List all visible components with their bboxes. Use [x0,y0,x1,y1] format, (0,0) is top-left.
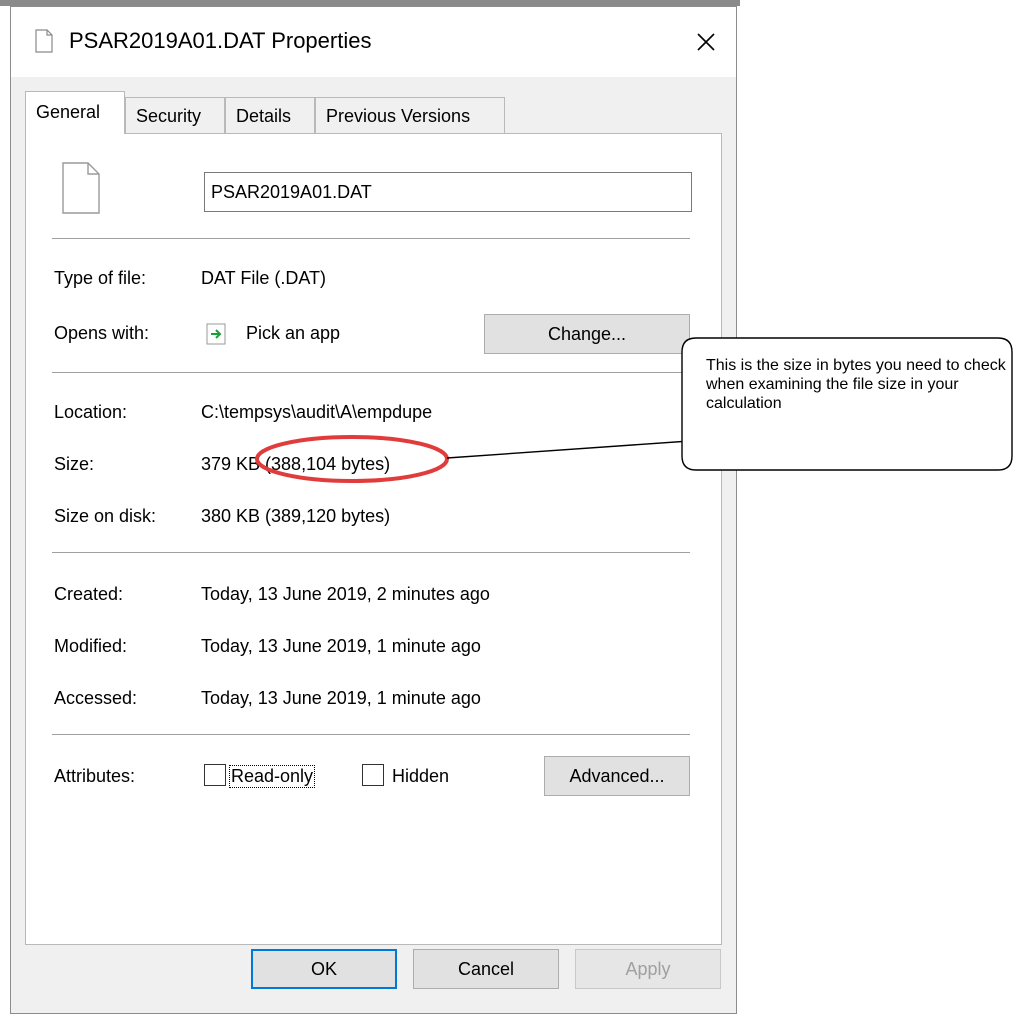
callout-text: This is the size in bytes you need to ch… [706,357,1006,412]
tab-general[interactable]: General [25,91,125,134]
annotation-overlay [255,337,1013,483]
callout-pointer [446,439,705,459]
size-highlight-ellipse [255,435,449,483]
